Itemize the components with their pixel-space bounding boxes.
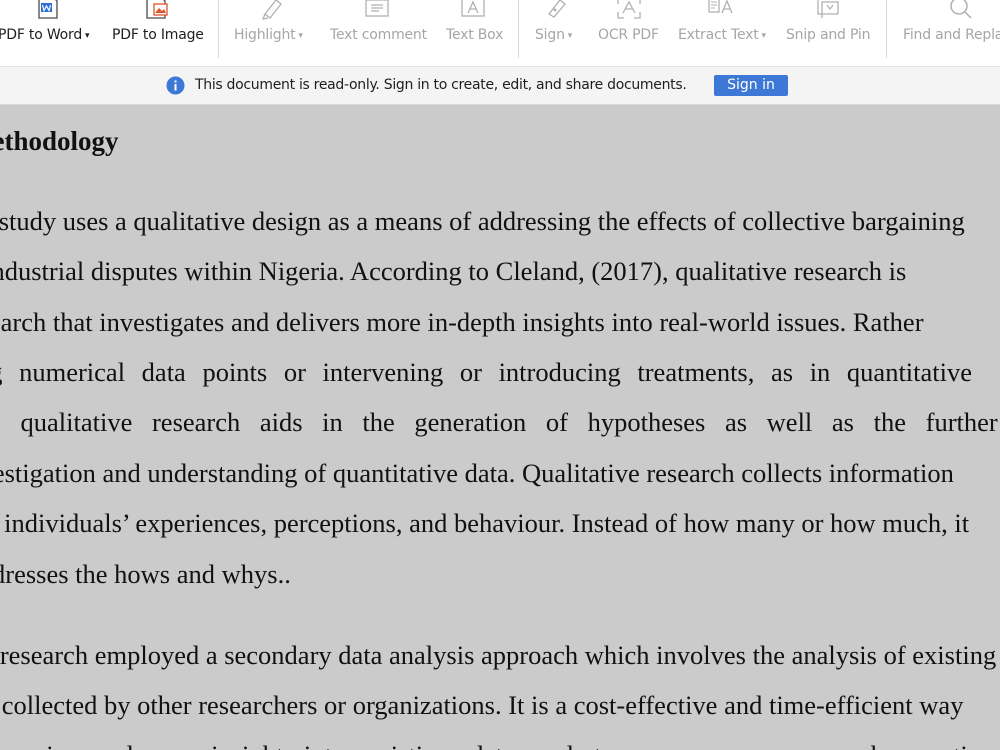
paragraph-line: research that investigates and delivers …: [0, 307, 924, 337]
text-comment-label: Text comment: [330, 27, 427, 43]
chevron-down-icon: ▾: [298, 31, 303, 41]
pen-sign-icon: [548, 0, 566, 18]
paragraph-line: data collected by other researchers or o…: [0, 690, 964, 720]
chevron-down-icon: ▾: [85, 31, 90, 41]
image-file-icon: [146, 0, 168, 19]
text-comment-icon: [365, 0, 389, 17]
pdf-to-word-label: PDF to Word ▾: [0, 27, 90, 43]
snip-pin-icon: [817, 0, 839, 18]
sign-label: Sign ▾: [535, 27, 573, 43]
read-only-message: This document is read-only. Sign in to c…: [195, 77, 687, 93]
paragraph-line: collecting numerical data points or inte…: [0, 357, 973, 387]
word-file-icon: [38, 0, 58, 19]
chevron-down-icon: ▾: [761, 31, 767, 41]
text-box-label: Text Box: [446, 27, 504, 43]
paragraph-line: The research employed a secondary data a…: [0, 640, 997, 670]
ribbon-toolbar: PDF to Word ▾ PDF to Image Highlight ▾ Tex…: [0, 0, 1000, 67]
snip-and-pin-label: Snip and Pin: [786, 27, 871, 43]
search-icon: [950, 0, 972, 19]
toolbar-divider: [886, 0, 887, 58]
extract-text-label: Extract Text ▾: [678, 27, 767, 43]
toolbar-divider: [518, 0, 519, 58]
chevron-down-icon: ▾: [567, 31, 573, 41]
highlighter-icon: [261, 0, 282, 20]
document-page: Methodology This study uses a qualitativ…: [0, 105, 1000, 750]
ocr-pdf-label: OCR PDF: [598, 27, 659, 43]
pdf-to-image-label: PDF to Image: [112, 27, 204, 43]
toolbar-divider: [218, 0, 219, 58]
find-and-replace-label: Find and Replace: [903, 27, 1000, 43]
sign-in-button[interactable]: Sign in: [714, 75, 788, 96]
paragraph-line: addresses the hows and whys..: [0, 559, 291, 589]
ocr-scan-icon: [617, 0, 641, 19]
section-heading: Methodology: [0, 126, 119, 156]
paragraph-line: on individuals’ experiences, perceptions…: [0, 508, 970, 538]
paragraph-line: to gain a deeper insight into existing d…: [0, 739, 1000, 750]
extract-text-icon: [708, 0, 733, 14]
info-icon: [166, 76, 185, 95]
paragraph-line: This study uses a qualitative design as …: [0, 206, 965, 236]
text-box-icon: [461, 0, 485, 17]
read-only-notice-bar: This document is read-only. Sign in to c…: [0, 67, 1000, 105]
paragraph-line: investigation and understanding of quant…: [0, 458, 954, 488]
highlight-label: Highlight ▾: [234, 27, 303, 43]
paragraph-line: on industrial disputes within Nigeria. A…: [0, 256, 907, 286]
paragraph-line: research, qualitative research aids in t…: [0, 407, 998, 437]
